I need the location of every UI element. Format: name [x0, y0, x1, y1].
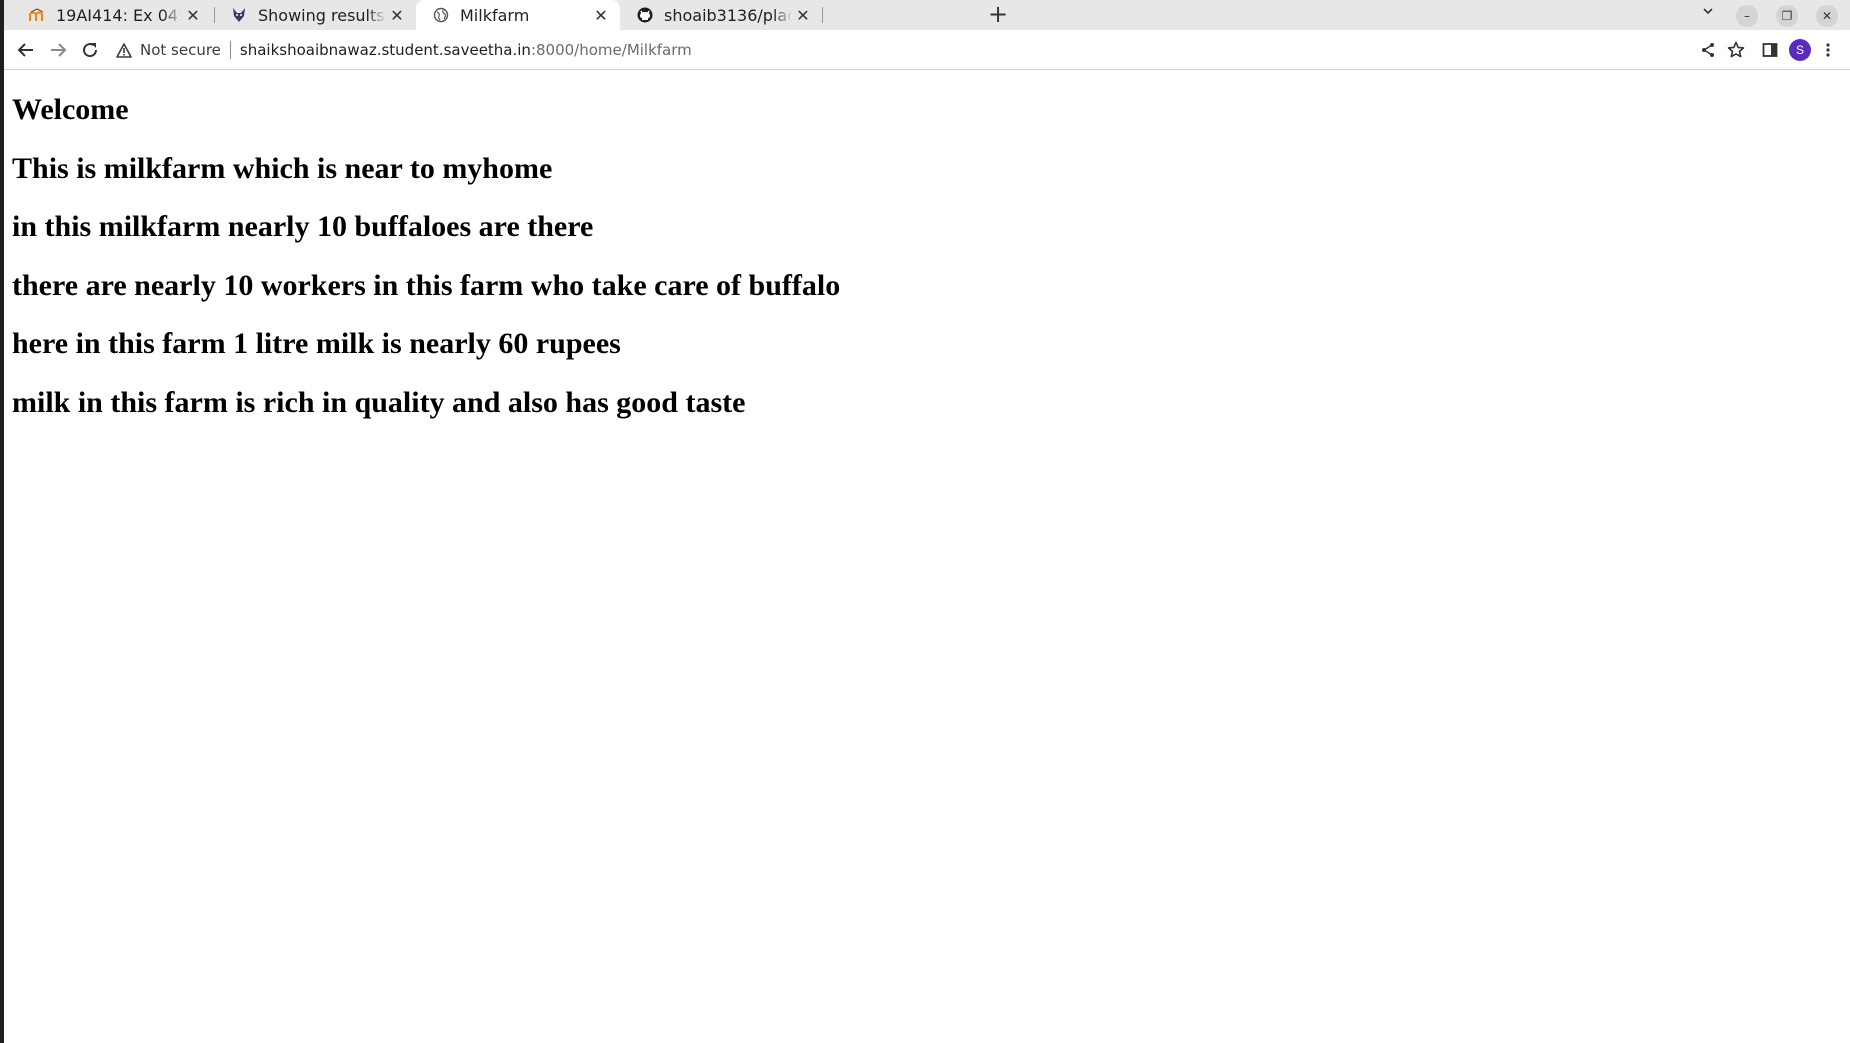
page-heading: milk in this farm is rich in quality and… [12, 385, 746, 419]
restore-button[interactable]: ❐ [1776, 5, 1798, 27]
forward-button[interactable] [44, 36, 72, 64]
tab-title: Showing results for conte [258, 5, 386, 25]
reload-button[interactable] [76, 36, 104, 64]
globe-icon [432, 6, 450, 24]
tab-milkfarm[interactable]: Milkfarm ✕ [416, 0, 620, 30]
tab-title: shoaib3136/places-aroun [664, 5, 792, 25]
minimize-button[interactable]: – [1736, 5, 1758, 27]
github-icon [636, 6, 654, 24]
wolf-icon [230, 6, 248, 24]
page-content: Welcome This is milkfarm which is near t… [12, 71, 1842, 444]
tab-separator [822, 7, 823, 23]
tab-strip: 19AI414: Ex 04: Places Aro ✕ Showing res… [4, 0, 1850, 30]
address-bar[interactable]: Not secure shaikshoaibnawaz.student.save… [116, 33, 1706, 67]
tab-title: 19AI414: Ex 04: Places Aro [56, 5, 182, 25]
close-icon[interactable]: ✕ [386, 6, 408, 25]
url-host: shaikshoaibnawaz.student.saveetha.in [239, 41, 531, 59]
address-divider [229, 41, 231, 59]
window-left-edge [0, 0, 4, 1043]
page-heading: there are nearly 10 workers in this farm… [12, 268, 841, 302]
warning-icon[interactable] [116, 42, 132, 58]
bookmark-star-icon[interactable] [1724, 38, 1748, 62]
close-icon[interactable]: ✕ [182, 6, 204, 25]
kebab-menu-icon[interactable] [1816, 38, 1840, 62]
reload-icon [83, 43, 98, 58]
new-tab-button[interactable]: + [986, 2, 1010, 27]
side-panel-icon[interactable] [1758, 38, 1782, 62]
moodle-icon [28, 6, 46, 24]
security-label[interactable]: Not secure [140, 41, 221, 59]
back-button[interactable] [12, 36, 40, 64]
url-path: :8000/home/Milkfarm [530, 41, 692, 59]
tab-moodle[interactable]: 19AI414: Ex 04: Places Aro ✕ [12, 0, 212, 30]
forward-arrow-icon [51, 43, 67, 57]
tab-search-icon[interactable] [1701, 4, 1715, 22]
back-arrow-icon [17, 43, 33, 57]
profile-avatar[interactable]: S [1789, 39, 1811, 61]
page-heading: here in this farm 1 litre milk is nearly… [12, 327, 621, 360]
page-heading-welcome: Welcome [12, 93, 129, 126]
close-icon[interactable]: ✕ [590, 6, 612, 25]
page-heading: This is milkfarm which is near to myhome [12, 151, 553, 185]
tab-search-results[interactable]: Showing results for conte ✕ [214, 0, 416, 30]
tab-title: Milkfarm [460, 5, 530, 25]
close-window-button[interactable]: ✕ [1816, 5, 1838, 27]
page-heading: in this milkfarm nearly 10 buffaloes are… [12, 210, 594, 243]
browser-toolbar: Not secure shaikshoaibnawaz.student.save… [4, 30, 1850, 70]
tab-github[interactable]: shoaib3136/places-aroun ✕ [620, 0, 822, 30]
close-icon[interactable]: ✕ [792, 6, 814, 25]
share-icon[interactable] [1696, 38, 1720, 62]
